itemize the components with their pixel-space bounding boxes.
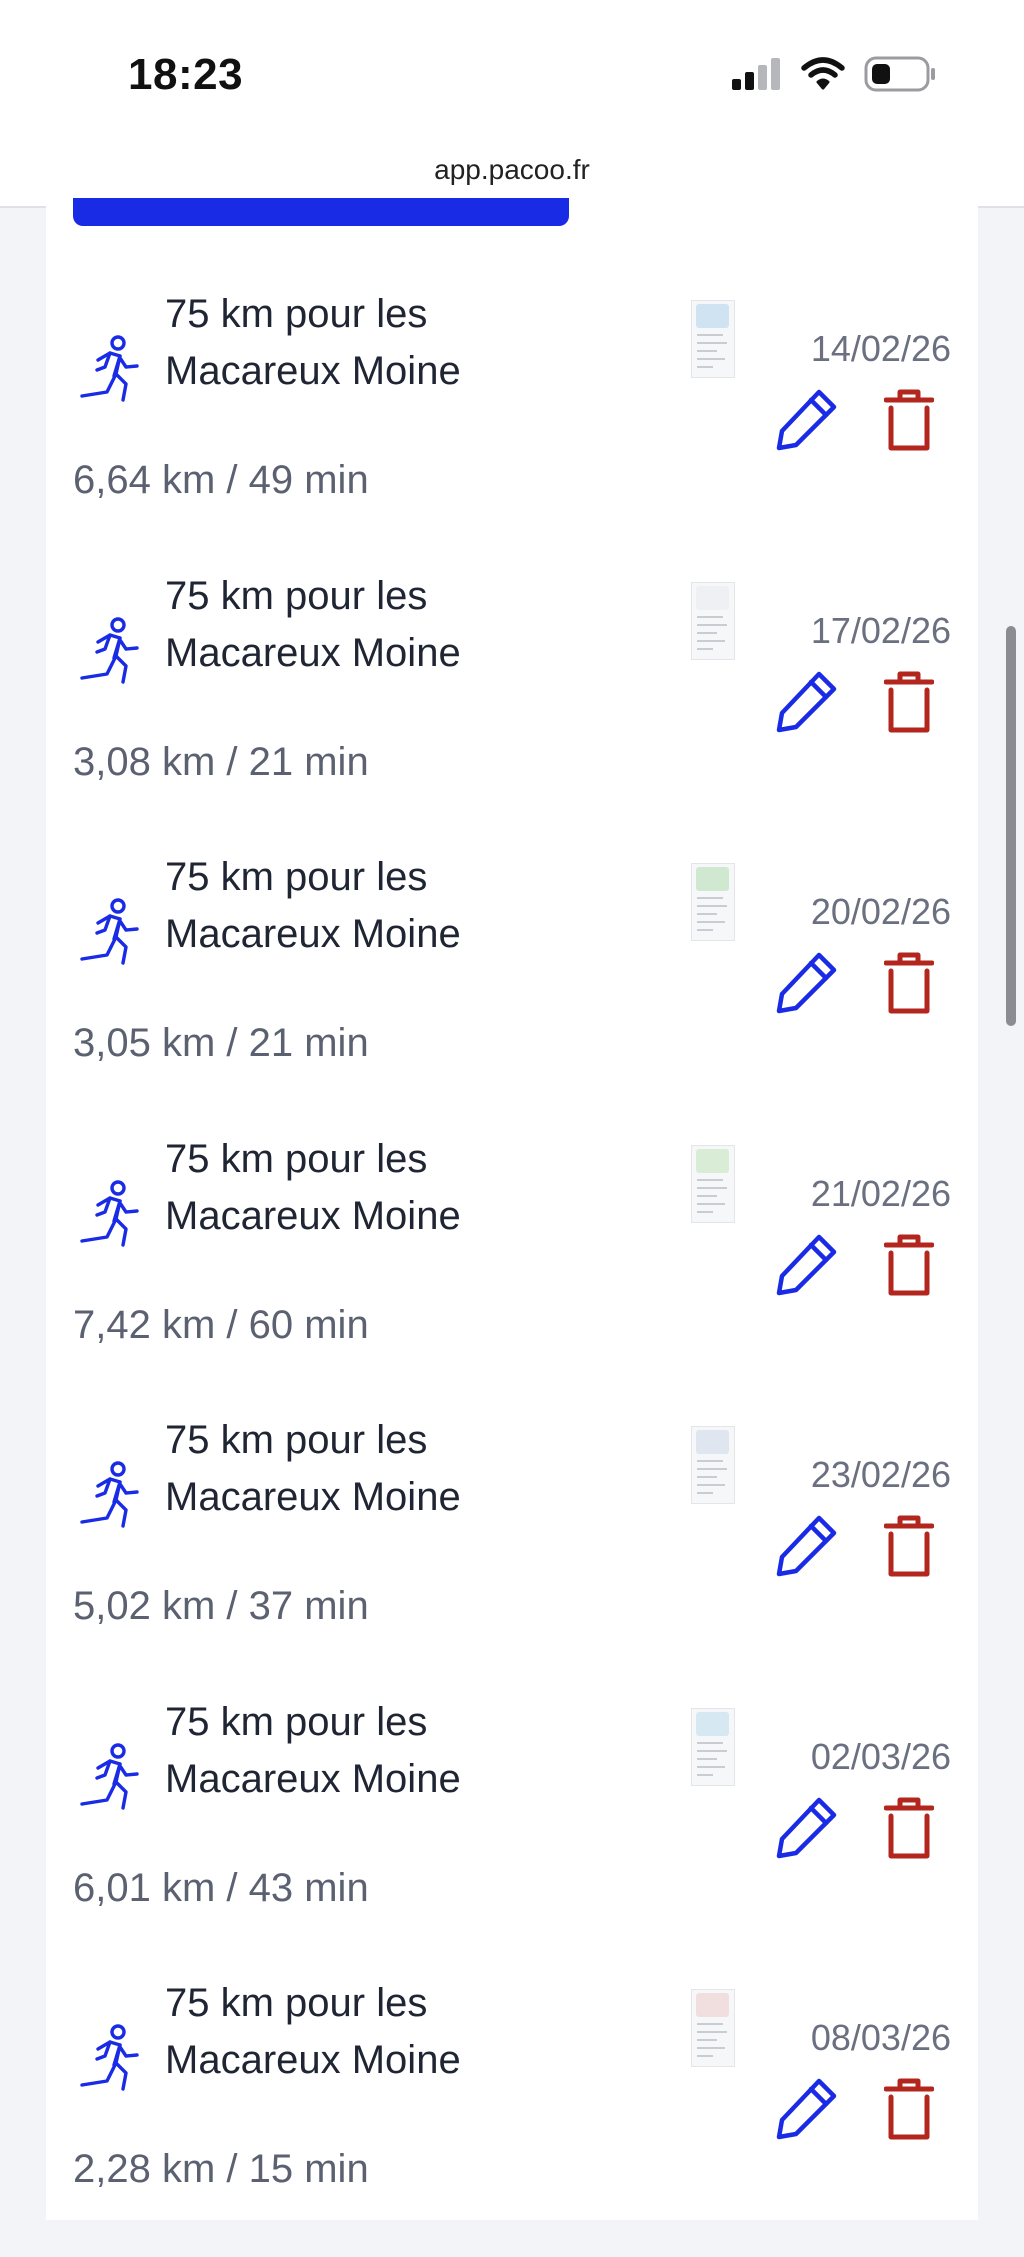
thumbnail-map: [696, 586, 729, 610]
activity-distance-duration: 3,08 km / 21 min: [73, 740, 369, 784]
running-person-icon: [80, 335, 139, 402]
delete-trash-icon[interactable]: [884, 1514, 934, 1578]
activity-item[interactable]: 75 km pour les Macareux Moine 3,05 km / …: [46, 849, 978, 1131]
activity-distance-duration: 7,42 km / 60 min: [73, 1303, 369, 1347]
activity-distance-duration: 5,02 km / 37 min: [73, 1584, 369, 1628]
thumbnail-map: [696, 304, 729, 328]
edit-pencil-icon[interactable]: [774, 949, 840, 1015]
activity-screenshot-thumbnail[interactable]: [691, 1426, 735, 1504]
edit-pencil-icon[interactable]: [774, 1231, 840, 1297]
delete-trash-icon[interactable]: [884, 951, 934, 1015]
activity-title: 75 km pour les Macareux Moine: [165, 574, 461, 675]
edit-pencil-icon[interactable]: [774, 1794, 840, 1860]
delete-trash-icon[interactable]: [884, 1233, 934, 1297]
thumbnail-map: [696, 1993, 729, 2017]
activity-date: 02/03/26: [810, 1736, 951, 1777]
activity-date: 17/02/26: [810, 610, 951, 651]
activity-screenshot-thumbnail[interactable]: [691, 300, 735, 378]
thumbnail-map: [696, 1149, 729, 1173]
activity-distance-duration: 6,64 km / 49 min: [73, 458, 369, 502]
edit-pencil-icon[interactable]: [774, 1512, 840, 1578]
activity-date: 08/03/26: [810, 2017, 951, 2058]
activity-title: 75 km pour les Macareux Moine: [165, 292, 461, 393]
signal-icon: [732, 58, 780, 90]
top-action-button[interactable]: [73, 198, 569, 226]
activity-date: 21/02/26: [810, 1173, 951, 1214]
activity-title: 75 km pour les Macareux Moine: [165, 855, 461, 956]
activity-title: 75 km pour les Macareux Moine: [165, 1700, 461, 1801]
battery-icon: [864, 56, 935, 92]
activity-distance-duration: 3,05 km / 21 min: [73, 1021, 369, 1065]
running-person-icon: [80, 1461, 139, 1528]
running-person-icon: [80, 617, 139, 684]
activity-item[interactable]: 75 km pour les Macareux Moine 6,64 km / …: [46, 286, 978, 568]
delete-trash-icon[interactable]: [884, 1796, 934, 1860]
activity-title: 75 km pour les Macareux Moine: [165, 1137, 461, 1238]
thumbnail-map: [696, 1712, 729, 1736]
activity-item[interactable]: 75 km pour les Macareux Moine 2,28 km / …: [46, 1975, 978, 2257]
activity-screenshot-thumbnail[interactable]: [691, 1989, 735, 2067]
delete-trash-icon[interactable]: [884, 670, 934, 734]
delete-trash-icon[interactable]: [884, 388, 934, 452]
activity-item[interactable]: 75 km pour les Macareux Moine 7,42 km / …: [46, 1131, 978, 1413]
thumbnail-map: [696, 1430, 729, 1454]
thumbnail-map: [696, 867, 729, 891]
activity-title: 75 km pour les Macareux Moine: [165, 1981, 461, 2082]
activity-item[interactable]: 75 km pour les Macareux Moine 6,01 km / …: [46, 1694, 978, 1976]
activity-screenshot-thumbnail[interactable]: [691, 582, 735, 660]
url-text: app.pacoo.fr: [434, 154, 590, 185]
running-person-icon: [80, 1743, 139, 1810]
activity-screenshot-thumbnail[interactable]: [691, 1708, 735, 1786]
activity-distance-duration: 6,01 km / 43 min: [73, 1866, 369, 1910]
activity-item[interactable]: 75 km pour les Macareux Moine 5,02 km / …: [46, 1412, 978, 1694]
clock: 18:23: [128, 50, 244, 99]
activity-title: 75 km pour les Macareux Moine: [165, 1418, 461, 1519]
edit-pencil-icon[interactable]: [774, 2075, 840, 2141]
wifi-icon: [801, 57, 845, 90]
scrollbar-thumb[interactable]: [1006, 626, 1016, 1026]
edit-pencil-icon[interactable]: [774, 386, 840, 452]
activity-distance-duration: 2,28 km / 15 min: [73, 2147, 369, 2191]
activity-screenshot-thumbnail[interactable]: [691, 863, 735, 941]
running-person-icon: [80, 1180, 139, 1247]
activity-item[interactable]: 75 km pour les Macareux Moine 3,08 km / …: [46, 568, 978, 850]
edit-pencil-icon[interactable]: [774, 668, 840, 734]
activity-date: 14/02/26: [810, 328, 951, 369]
status-icons: [730, 56, 936, 92]
delete-trash-icon[interactable]: [884, 2077, 934, 2141]
activity-screenshot-thumbnail[interactable]: [691, 1145, 735, 1223]
running-person-icon: [80, 898, 139, 965]
running-person-icon: [80, 2024, 139, 2091]
activity-date: 20/02/26: [810, 891, 951, 932]
status-bar: 18:23: [0, 0, 1024, 140]
activity-date: 23/02/26: [810, 1454, 951, 1495]
